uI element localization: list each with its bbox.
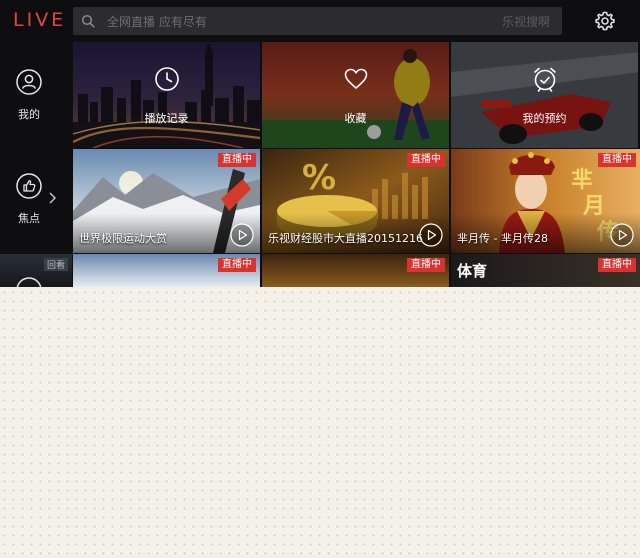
- live-app-window: LIVE 全网直播 应有尽有 乐视搜啊 我的 焦点 回看 播放记录 收藏 我的预…: [0, 0, 640, 287]
- tile-favorites[interactable]: 收藏: [262, 42, 449, 148]
- tile-label: 收藏: [344, 112, 367, 125]
- search-placeholder[interactable]: 全网直播 应有尽有: [107, 13, 502, 30]
- live-badge: 直播中: [218, 153, 256, 167]
- settings-gear-icon[interactable]: [594, 10, 616, 32]
- live-badge: 直播中: [598, 153, 636, 167]
- play-icon[interactable]: [419, 223, 443, 247]
- live-card-extreme-sports[interactable]: 直播中 世界极限运动大赏: [73, 149, 260, 253]
- sidebar-item-peek[interactable]: 回看: [0, 254, 72, 287]
- live-badge: 直播中: [218, 258, 256, 272]
- svg-text:芈: 芈: [571, 167, 593, 193]
- card-title: 芈月传 - 芈月传28: [457, 232, 548, 245]
- alarm-clock-icon: [533, 67, 556, 92]
- search-bar[interactable]: 全网直播 应有尽有 乐视搜啊: [73, 7, 562, 35]
- live-card-peek[interactable]: 体育 直播中: [451, 254, 640, 287]
- live-logo: LIVE: [13, 9, 67, 31]
- thumbs-up-icon: [16, 173, 42, 199]
- play-icon[interactable]: [610, 223, 634, 247]
- sidebar-item-mine[interactable]: 我的: [0, 68, 58, 122]
- card-title: 世界极限运动大赏: [79, 232, 167, 245]
- svg-text:%: %: [302, 158, 336, 198]
- race-car-image: [451, 42, 638, 148]
- sidebar: 我的 焦点 回看: [0, 42, 72, 287]
- heart-icon: [344, 68, 367, 89]
- user-icon: [16, 69, 42, 95]
- partial-circle-icon: [16, 277, 42, 287]
- live-card-finance[interactable]: % 直播中 乐视财经股市大直播20151216: [262, 149, 449, 253]
- sidebar-item-label: 焦点: [18, 212, 40, 225]
- tile-label: 我的预约: [522, 112, 567, 125]
- play-icon[interactable]: [230, 223, 254, 247]
- tile-play-history[interactable]: 播放记录: [73, 42, 260, 148]
- search-hint: 乐视搜啊: [501, 14, 550, 29]
- chevron-right-icon[interactable]: [47, 191, 57, 205]
- live-card-peek[interactable]: 直播中: [73, 254, 260, 287]
- sidebar-item-label: 我的: [18, 108, 40, 121]
- live-badge: 直播中: [407, 258, 445, 272]
- tile-label: 播放记录: [144, 112, 189, 125]
- city-night-image: [73, 42, 260, 148]
- tile-my-reservations[interactable]: 我的预约: [451, 42, 638, 148]
- search-icon: [81, 14, 95, 28]
- live-card-peek[interactable]: 直播中: [262, 254, 449, 287]
- replay-tag: 回看: [43, 258, 68, 271]
- live-card-drama[interactable]: 芈 月 传 直播中 芈月传 - 芈月传28: [451, 149, 640, 253]
- peek-title: 体育: [457, 262, 488, 280]
- soccer-player-image: [262, 42, 449, 148]
- card-title: 乐视财经股市大直播20151216: [268, 232, 423, 245]
- live-badge: 直播中: [407, 153, 445, 167]
- clock-icon: [154, 67, 179, 91]
- live-badge: 直播中: [598, 258, 636, 272]
